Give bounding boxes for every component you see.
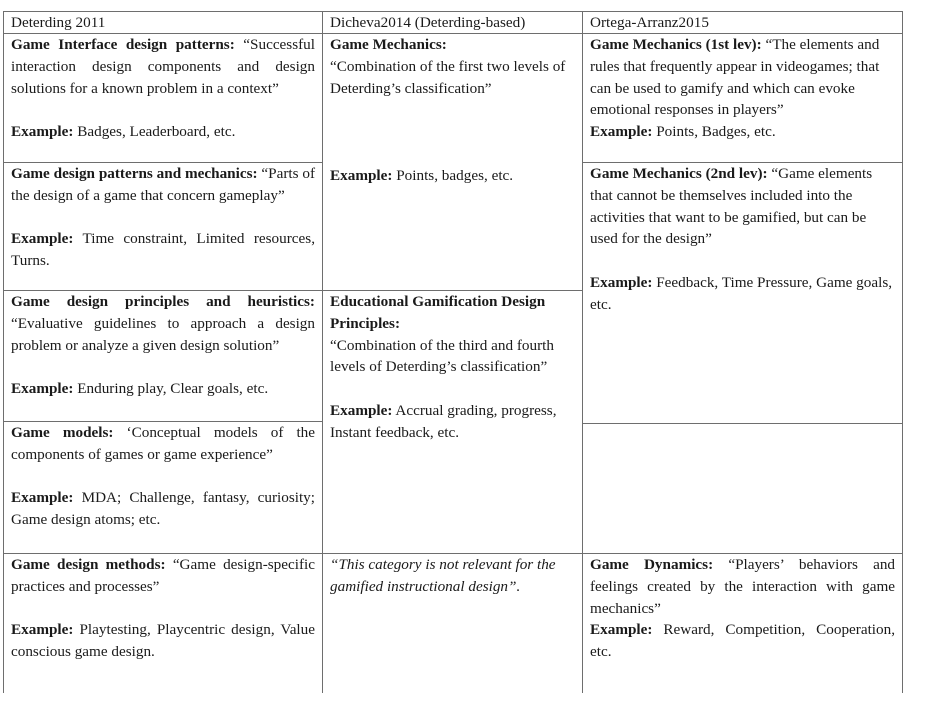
header-deterding: Deterding 2011: [3, 11, 322, 34]
example-text: Points, Badges, etc.: [656, 123, 776, 141]
category-title: Game Mechanics:: [330, 36, 447, 53]
dicheva-cell-not-relevant: “This category is not relevant for the g…: [322, 553, 582, 693]
category-title: Game Mechanics (2nd lev):: [590, 165, 768, 182]
category-definition: “Evaluative guidelines to approach a des…: [11, 314, 315, 354]
category-title: Game Mechanics (1st lev):: [590, 36, 762, 53]
example-label: Example:: [11, 230, 74, 248]
header-dicheva: Dicheva2014 (Deterding-based): [322, 11, 582, 34]
example-label: Example:: [590, 621, 653, 639]
example-label: Example:: [330, 401, 393, 419]
example-label: Example:: [11, 123, 74, 141]
example-label: Example:: [11, 621, 74, 639]
ortega-cell-mechanics-1st: Game Mechanics (1st lev): “The elements …: [582, 33, 903, 163]
category-title: Game design patterns and mechanics:: [11, 165, 258, 182]
category-definition: “Combination of the first two levels of …: [330, 57, 566, 97]
ortega-cell-empty: [582, 423, 903, 554]
ortega-cell-game-dynamics: Game Dynamics: “Players’ behaviors and f…: [582, 553, 903, 693]
category-definition: “Combination of the third and fourth lev…: [330, 336, 554, 376]
deterding-cell-game-models: Game models: ‘Conceptual models of the c…: [3, 421, 322, 554]
example-text: Enduring play, Clear goals, etc.: [77, 380, 269, 398]
ortega-cell-mechanics-2nd: Game Mechanics (2nd lev): “Game elements…: [582, 162, 903, 424]
example-label: Example:: [330, 166, 393, 184]
example-text: Points, badges, etc.: [396, 166, 514, 184]
deterding-cell-interface-patterns: Game Interface design patterns: “Success…: [3, 33, 322, 163]
example-label: Example:: [11, 380, 74, 398]
deterding-cell-patterns-mechanics: Game design patterns and mechanics: “Par…: [3, 162, 322, 291]
dicheva-cell-game-mechanics: Game Mechanics: “Combination of the firs…: [322, 33, 582, 291]
category-title: Game Interface design patterns:: [11, 36, 235, 53]
example-label: Example:: [11, 489, 74, 507]
header-ortega: Ortega-Arranz2015: [582, 11, 903, 34]
deterding-cell-principles-heuristics: Game design principles and heuristics: “…: [3, 290, 322, 422]
example-label: Example:: [590, 123, 653, 141]
example-text: Badges, Leaderboard, etc.: [77, 123, 236, 141]
category-title: Educational Gamification Design Principl…: [330, 293, 546, 332]
example-label: Example:: [590, 273, 653, 291]
deterding-cell-design-methods: Game design methods: “Game design-specif…: [3, 553, 322, 693]
dicheva-cell-educational-principles: Educational Gamification Design Principl…: [322, 290, 582, 554]
category-title: Game design principles and heuristics:: [11, 293, 315, 310]
category-title: Game design methods:: [11, 556, 166, 573]
category-title: Game Dynamics:: [590, 556, 714, 573]
not-relevant-note: “This category is not relevant for the g…: [330, 556, 556, 595]
comparison-table: Deterding 2011 Dicheva2014 (Deterding-ba…: [3, 11, 903, 711]
category-title: Game models:: [11, 424, 114, 441]
